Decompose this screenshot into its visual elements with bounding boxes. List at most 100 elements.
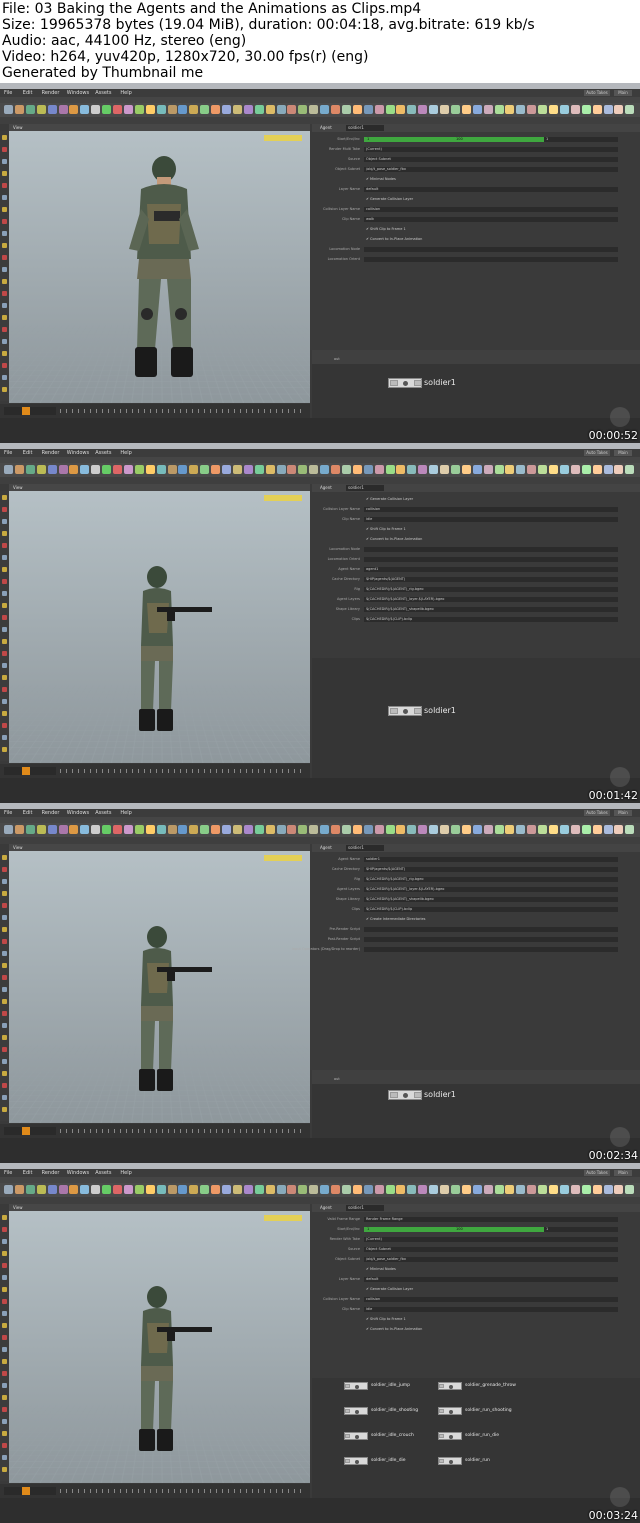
shelf-tool-icon[interactable] [25,105,35,114]
tool-icon[interactable] [2,1035,7,1040]
shelf-tool-icon[interactable] [396,465,406,474]
tool-icon[interactable] [2,903,7,908]
menu-item-windows[interactable]: Windows [67,449,89,457]
shelf-tool-icon[interactable] [374,825,384,834]
parameter-field[interactable]: $(CACHEDIR)/$(AGENT)_layer.$(LAYER).bgeo [364,887,618,892]
tool-icon[interactable] [2,279,7,284]
shelf-tool-icon[interactable] [254,1185,264,1194]
tool-icon[interactable] [2,267,7,272]
menu-item-help[interactable]: Help [120,1169,131,1177]
parameter-checkbox[interactable]: ✔ Convert to In-Place Animation [366,1327,422,1332]
tool-icon[interactable] [2,171,7,176]
tool-icon[interactable] [2,747,7,752]
shelf-tool-icon[interactable] [80,465,90,474]
shelf-tool-icon[interactable] [287,105,297,114]
shelf-tool-icon[interactable] [331,825,340,834]
shelf-tool-icon[interactable] [516,105,526,114]
3d-viewport[interactable] [9,1211,310,1483]
shelf-tool-icon[interactable] [276,105,286,114]
menu-item-assets[interactable]: Assets [95,1169,111,1177]
shelf-tool-icon[interactable] [25,465,35,474]
tool-icon[interactable] [2,1059,7,1064]
shelf-tool-icon[interactable] [47,465,57,474]
menu-item-help[interactable]: Help [120,809,131,817]
frame-range-field[interactable]: 1 100 1 [364,137,618,142]
shelf-tool-icon[interactable] [374,465,384,474]
shelf-tool-icon[interactable] [341,1185,351,1194]
shelf-tool-icon[interactable] [123,465,133,474]
tool-icon[interactable] [2,651,7,656]
shelf-tool-icon[interactable] [211,825,221,834]
tool-icon[interactable] [2,1323,7,1328]
tool-icon[interactable] [2,1047,7,1052]
shelf-tool-icon[interactable] [494,465,504,474]
shelf-tool-icon[interactable] [505,1185,515,1194]
menu-item-file[interactable]: File [4,1169,12,1177]
shelf-tool-icon[interactable] [211,105,221,114]
3d-viewport[interactable] [9,131,310,403]
shelf-tool-icon[interactable] [396,105,406,114]
parameter-field[interactable]: $(CACHEDIR)/$(AGENT)_layer.$(LAYER).bgeo [364,597,618,602]
shelf-tool-icon[interactable] [472,1185,482,1194]
tool-icon[interactable] [2,519,7,524]
parameter-field[interactable]: Render Frame Range [364,1217,618,1222]
shelf-tool-icon[interactable] [156,1185,166,1194]
menu-item-assets[interactable]: Assets [95,449,111,457]
parameter-field[interactable]: $(CACHEDIR)/$(AGENT)_rig.bgeo [364,587,618,592]
shelf-tool-icon[interactable] [320,825,330,834]
tool-icon[interactable] [2,567,7,572]
tool-icon[interactable] [2,855,7,860]
shelf-tool-icon[interactable] [385,465,395,474]
shelf-tool-icon[interactable] [91,465,101,474]
tool-icon[interactable] [2,1275,7,1280]
shelf-tool-icon[interactable] [429,825,439,834]
shelf-tool-icon[interactable] [549,1185,558,1194]
parameter-field[interactable]: idle [364,517,618,522]
menu-item-render[interactable]: Render [42,1169,60,1177]
parameter-field[interactable]: $(CACHEDIR)/$(AGENT)_shapelib.bgeo [364,607,618,612]
shelf-tool-icon[interactable] [222,825,231,834]
shelf-tool-icon[interactable] [418,1185,428,1194]
shelf-tool-icon[interactable] [254,105,264,114]
shelf-tool-icon[interactable] [549,105,558,114]
parameter-field[interactable]: Object Subnet [364,1247,618,1252]
tool-icon[interactable] [2,183,7,188]
desktop-takes-button[interactable]: Auto Takes [584,810,610,816]
menu-item-windows[interactable]: Windows [67,1169,89,1177]
shelf-tool-icon[interactable] [211,465,221,474]
agent-node-name[interactable]: soldier1 [346,485,384,491]
tool-icon[interactable] [2,1419,7,1424]
parameter-checkbox[interactable]: ✔ Generate Collision Layer [366,197,413,202]
node-body[interactable] [388,1090,422,1100]
shelf-tool-icon[interactable] [200,465,210,474]
parameter-field[interactable] [364,557,618,562]
shelf-tool-icon[interactable] [331,1185,340,1194]
shelf-tool-icon[interactable] [559,1185,569,1194]
parameter-field[interactable]: (Current) [364,147,618,152]
tool-icon[interactable] [2,219,7,224]
shelf-tool-icon[interactable] [243,825,253,834]
shelf-tool-icon[interactable] [4,105,13,114]
node-flag[interactable] [414,380,422,386]
shelf-tool-icon[interactable] [352,825,362,834]
shelf-tool-icon[interactable] [47,825,57,834]
shelf-tool-icon[interactable] [298,105,308,114]
node-flag[interactable] [439,1434,444,1438]
tool-icon[interactable] [2,591,7,596]
3d-viewport[interactable] [9,491,310,763]
shelf-tool-icon[interactable] [363,105,373,114]
shelf-tool-icon[interactable] [200,105,210,114]
shelf-tool-icon[interactable] [167,1185,177,1194]
tool-icon[interactable] [2,1287,7,1292]
shelf-tool-icon[interactable] [91,1185,101,1194]
shelf-tool-icon[interactable] [309,465,319,474]
menu-item-render[interactable]: Render [42,809,60,817]
shelf-tool-icon[interactable] [243,465,253,474]
tool-icon[interactable] [2,147,7,152]
shelf-tool-icon[interactable] [614,105,624,114]
shelf-tool-icon[interactable] [483,465,493,474]
network-view[interactable]: soldier1 [312,1084,640,1138]
shelf-tool-icon[interactable] [527,105,537,114]
node-flag[interactable] [345,1384,350,1388]
tool-icon[interactable] [2,711,7,716]
